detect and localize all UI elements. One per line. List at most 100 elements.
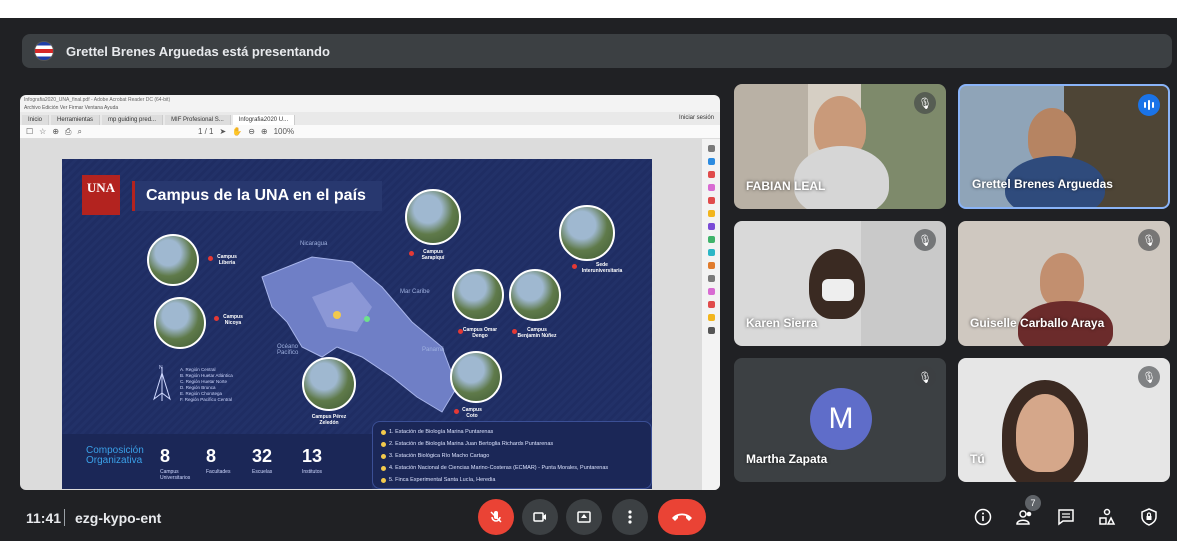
composition-panel: Composición Organizativa 8 Campus Univer… <box>62 434 372 489</box>
campus-photo <box>559 205 615 261</box>
zoom-out-icon: ⊖ <box>248 127 255 136</box>
tool-icon <box>707 210 715 217</box>
participant-tile[interactable]: M 🎙 Martha Zapata <box>734 358 946 482</box>
tool-icon <box>707 158 715 165</box>
activities-button[interactable] <box>1093 503 1121 531</box>
campus-label: Campus Pérez Zeledón <box>311 414 347 426</box>
slide-title: Campus de la UNA en el país <box>146 187 366 204</box>
more-options-button[interactable] <box>612 499 648 535</box>
tool-icon <box>707 197 715 204</box>
tool-icon <box>707 184 715 191</box>
participant-name: Guiselle Carballo Araya <box>970 316 1105 330</box>
pdf-signin: Iniciar sesión <box>678 115 714 121</box>
zoom-level: 100% <box>273 127 295 136</box>
pin-icon <box>381 453 386 459</box>
costa-rica-map <box>261 256 458 413</box>
pdf-tab: MIF Profesional S... <box>165 115 231 125</box>
participant-tile[interactable]: 🎙 FABIAN LEAL <box>734 84 946 209</box>
legend-item: F. Región Pacífico Central <box>180 397 233 402</box>
microphone-toggle-button[interactable] <box>478 499 514 535</box>
stat-label: Escuelas <box>252 469 273 475</box>
presenter-avatar <box>34 41 54 61</box>
stat-number: 13 <box>302 446 323 466</box>
pdf-tab: Inicio <box>22 115 50 125</box>
composition-title: Composición Organizativa <box>86 445 144 466</box>
stat-number: 8 <box>160 446 171 466</box>
participant-tile-active-speaker[interactable]: Grettel Brenes Arguedas <box>958 84 1170 209</box>
participant-name: Grettel Brenes Arguedas <box>972 177 1113 191</box>
page-indicator: 1 / 1 <box>197 127 214 136</box>
slide-infographic: UNA Campus de la UNA en el país Nicaragu… <box>62 159 652 489</box>
map-label: Océano Pacífico <box>277 344 299 356</box>
mic-off-icon: 🎙 <box>914 229 936 251</box>
station-item: 1. Estación de Biología Marina Puntarena… <box>381 426 643 438</box>
station-item: 3. Estación Biológica Río Macho Cartago <box>381 450 643 462</box>
participant-name: Karen Sierra <box>746 316 818 330</box>
pdf-tab-active: Infografia2020 U... <box>232 115 296 125</box>
host-controls-button[interactable] <box>1135 503 1163 531</box>
pin-icon <box>381 465 386 471</box>
camera-toggle-button[interactable] <box>522 499 558 535</box>
campus-label: Campus Omar Dengo <box>462 327 498 339</box>
info-icon <box>974 508 992 526</box>
meeting-code: ezg-kypo-ent <box>75 510 162 526</box>
pdf-tab: Herramientas <box>51 115 101 125</box>
participant-body <box>794 146 889 209</box>
pin-icon <box>381 441 386 447</box>
stat-label: Campus Universitarios <box>160 469 191 481</box>
mic-off-icon <box>490 511 502 523</box>
stat-number: 32 <box>252 446 273 466</box>
pdf-title-bar: Infografia2020_UNA_final.pdf - Adobe Acr… <box>20 95 720 105</box>
chat-button[interactable] <box>1052 503 1080 531</box>
tool-icon <box>707 288 715 295</box>
present-screen-button[interactable] <box>566 499 602 535</box>
phone-hangup-icon <box>672 513 692 521</box>
pin-icon <box>381 477 386 483</box>
zoom-in-icon: ⊕ <box>260 127 268 136</box>
participant-tile-self[interactable]: 🎙 Tú <box>958 358 1170 482</box>
tool-icon <box>707 145 715 152</box>
speaking-indicator-icon <box>1138 94 1160 116</box>
svg-text:N: N <box>159 365 163 371</box>
star-icon: ☆ <box>39 127 47 136</box>
mic-off-icon: 🎙 <box>1138 229 1160 251</box>
tool-icon <box>707 223 715 230</box>
meeting-time: 11:41 <box>26 510 62 526</box>
campus-label: Campus Nicoya <box>223 314 243 326</box>
pdf-title: Infografia2020_UNA_final.pdf - Adobe Acr… <box>24 97 171 103</box>
participant-name: Tú <box>970 452 985 466</box>
pdf-menu-bar: Archivo Edición Ver Firmar Ventana Ayuda <box>20 105 720 112</box>
station-text: 3. Estación Biológica Río Macho Cartago <box>389 453 490 459</box>
pin-icon <box>381 429 386 435</box>
campus-label: Campus Benjamín Núñez <box>517 327 557 339</box>
campus-photo <box>405 189 461 245</box>
campus-photo <box>302 357 356 411</box>
stat-label: Facultades <box>206 469 231 475</box>
meeting-details-button[interactable] <box>969 503 997 531</box>
campus-label: Campus Liberia <box>217 254 237 266</box>
pdf-tools-sidebar <box>702 139 720 490</box>
station-text: 2. Estación de Biología Marina Juan Bert… <box>389 441 554 447</box>
mic-off-icon: 🎙 <box>914 92 936 114</box>
shared-screen[interactable]: Infografia2020_UNA_final.pdf - Adobe Acr… <box>20 95 720 490</box>
shield-lock-icon <box>1141 508 1157 526</box>
stat-label: Institutos <box>302 469 323 475</box>
compass-icon: N <box>153 365 171 401</box>
zoom-search-icon: ⌕ <box>77 126 82 136</box>
cursor-icon: ➤ <box>219 127 227 136</box>
mic-off-icon: 🎙 <box>914 366 936 388</box>
camera-icon <box>533 512 546 522</box>
region-legend: A. Región Central B. Región Huetar Atlán… <box>180 367 233 403</box>
mic-off-icon: 🎙 <box>1138 366 1160 388</box>
tool-icon <box>707 327 715 334</box>
participant-tile[interactable]: 🎙 Guiselle Carballo Araya <box>958 221 1170 346</box>
una-logo: UNA <box>82 175 120 215</box>
meet-window: Grettel Brenes Arguedas está presentando… <box>0 18 1177 541</box>
campus-photo <box>450 351 502 403</box>
chat-icon <box>1058 509 1074 526</box>
participant-tile[interactable]: 🎙 Karen Sierra <box>734 221 946 346</box>
stations-list: 1. Estación de Biología Marina Puntarena… <box>372 421 652 489</box>
station-item: 4. Estación Nacional de Ciencias Marino-… <box>381 462 643 474</box>
participant-name: Martha Zapata <box>746 452 828 466</box>
leave-call-button[interactable] <box>658 499 706 535</box>
